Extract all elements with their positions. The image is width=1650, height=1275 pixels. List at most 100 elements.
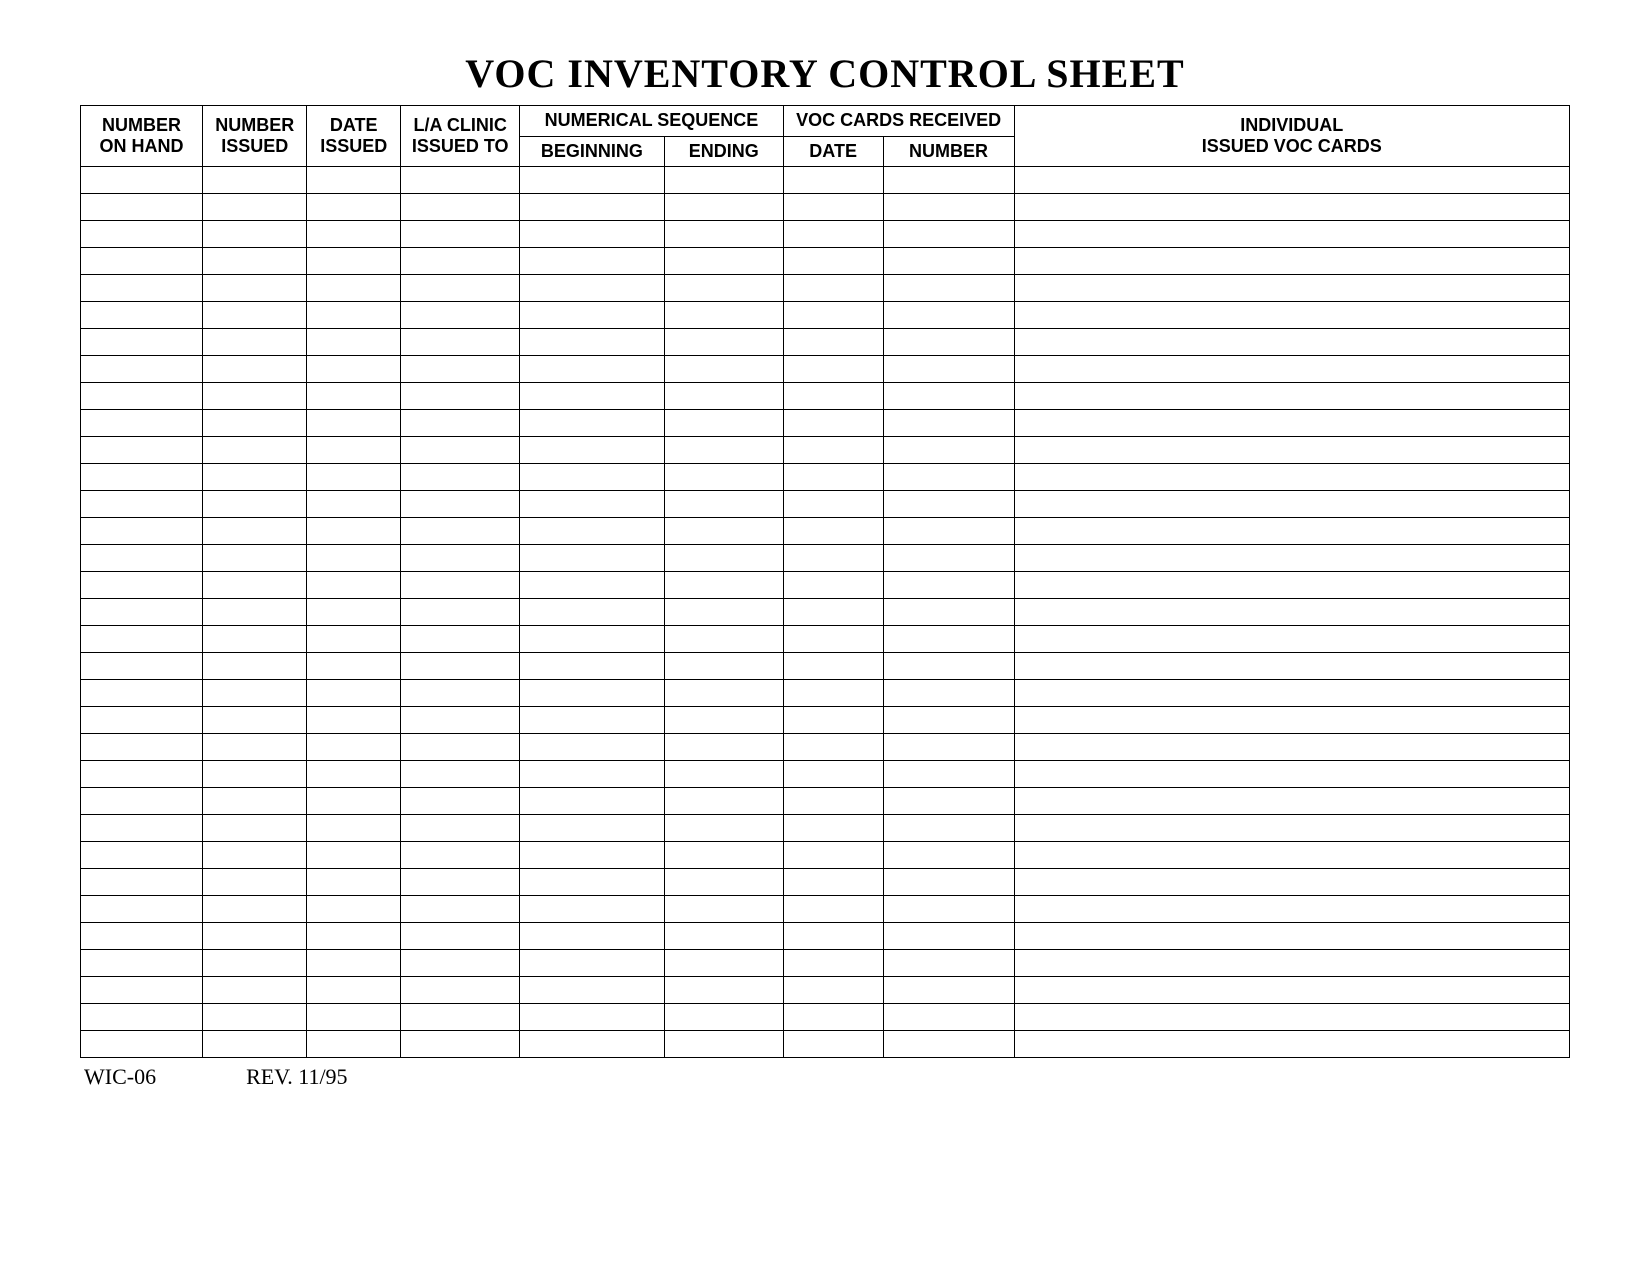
table-cell xyxy=(307,950,401,977)
table-cell xyxy=(81,275,203,302)
table-cell xyxy=(81,329,203,356)
table-cell xyxy=(664,923,783,950)
table-cell xyxy=(401,302,520,329)
table-cell xyxy=(520,626,664,653)
table-cell xyxy=(664,977,783,1004)
table-cell xyxy=(307,896,401,923)
table-row xyxy=(81,302,1570,329)
table-cell xyxy=(783,977,883,1004)
table-cell xyxy=(783,869,883,896)
table-cell xyxy=(81,869,203,896)
table-cell xyxy=(81,680,203,707)
table-cell xyxy=(664,734,783,761)
table-cell xyxy=(203,599,307,626)
table-row xyxy=(81,221,1570,248)
table-cell xyxy=(520,248,664,275)
table-cell xyxy=(307,761,401,788)
table-cell xyxy=(401,1031,520,1058)
table-cell xyxy=(307,788,401,815)
table-cell xyxy=(401,977,520,1004)
table-cell xyxy=(520,680,664,707)
table-cell xyxy=(81,518,203,545)
table-cell xyxy=(664,221,783,248)
table-cell xyxy=(783,815,883,842)
table-cell xyxy=(401,923,520,950)
table-cell xyxy=(81,896,203,923)
table-cell xyxy=(664,545,783,572)
table-cell xyxy=(203,626,307,653)
header-voc-cards-received: VOC CARDS RECEIVED xyxy=(783,106,1014,137)
table-row xyxy=(81,842,1570,869)
table-cell xyxy=(883,518,1014,545)
table-cell xyxy=(664,248,783,275)
table-cell xyxy=(783,626,883,653)
table-cell xyxy=(203,491,307,518)
table-cell xyxy=(1014,464,1569,491)
table-cell xyxy=(307,221,401,248)
table-row xyxy=(81,707,1570,734)
table-cell xyxy=(203,410,307,437)
table-cell xyxy=(307,923,401,950)
header-la-clinic: L/A CLINIC ISSUED TO xyxy=(401,106,520,167)
table-cell xyxy=(883,572,1014,599)
table-cell xyxy=(81,788,203,815)
table-cell xyxy=(307,869,401,896)
table-cell xyxy=(307,383,401,410)
page-title: VOC INVENTORY CONTROL SHEET xyxy=(80,50,1570,97)
table-cell xyxy=(520,572,664,599)
table-cell xyxy=(81,599,203,626)
table-row xyxy=(81,653,1570,680)
table-cell xyxy=(1014,950,1569,977)
table-cell xyxy=(81,572,203,599)
table-cell xyxy=(883,599,1014,626)
table-cell xyxy=(401,869,520,896)
table-cell xyxy=(81,950,203,977)
table-cell xyxy=(1014,977,1569,1004)
table-cell xyxy=(664,896,783,923)
table-cell xyxy=(520,356,664,383)
table-row xyxy=(81,572,1570,599)
table-cell xyxy=(883,653,1014,680)
table-cell xyxy=(520,950,664,977)
table-cell xyxy=(81,167,203,194)
table-cell xyxy=(307,518,401,545)
table-cell xyxy=(520,194,664,221)
table-cell xyxy=(401,194,520,221)
table-cell xyxy=(883,275,1014,302)
table-cell xyxy=(664,518,783,545)
table-cell xyxy=(883,869,1014,896)
table-cell xyxy=(401,680,520,707)
table-row xyxy=(81,275,1570,302)
table-cell xyxy=(203,248,307,275)
table-cell xyxy=(401,626,520,653)
table-cell xyxy=(664,599,783,626)
table-row xyxy=(81,437,1570,464)
table-cell xyxy=(401,815,520,842)
table-cell xyxy=(81,545,203,572)
table-cell xyxy=(783,329,883,356)
table-cell xyxy=(307,815,401,842)
table-cell xyxy=(783,707,883,734)
table-row xyxy=(81,761,1570,788)
table-cell xyxy=(1014,248,1569,275)
table-cell xyxy=(783,572,883,599)
table-cell xyxy=(307,437,401,464)
table-row xyxy=(81,626,1570,653)
table-cell xyxy=(401,464,520,491)
table-cell xyxy=(664,788,783,815)
table-cell xyxy=(520,707,664,734)
table-cell xyxy=(307,977,401,1004)
table-cell xyxy=(883,167,1014,194)
table-cell xyxy=(203,977,307,1004)
table-cell xyxy=(1014,572,1569,599)
table-cell xyxy=(520,761,664,788)
table-cell xyxy=(783,653,883,680)
table-header: NUMBER ON HAND NUMBER ISSUED DATE ISSUED… xyxy=(81,106,1570,167)
table-cell xyxy=(81,653,203,680)
table-row xyxy=(81,788,1570,815)
table-cell xyxy=(1014,275,1569,302)
table-cell xyxy=(307,572,401,599)
table-cell xyxy=(203,545,307,572)
table-cell xyxy=(664,680,783,707)
table-cell xyxy=(401,275,520,302)
